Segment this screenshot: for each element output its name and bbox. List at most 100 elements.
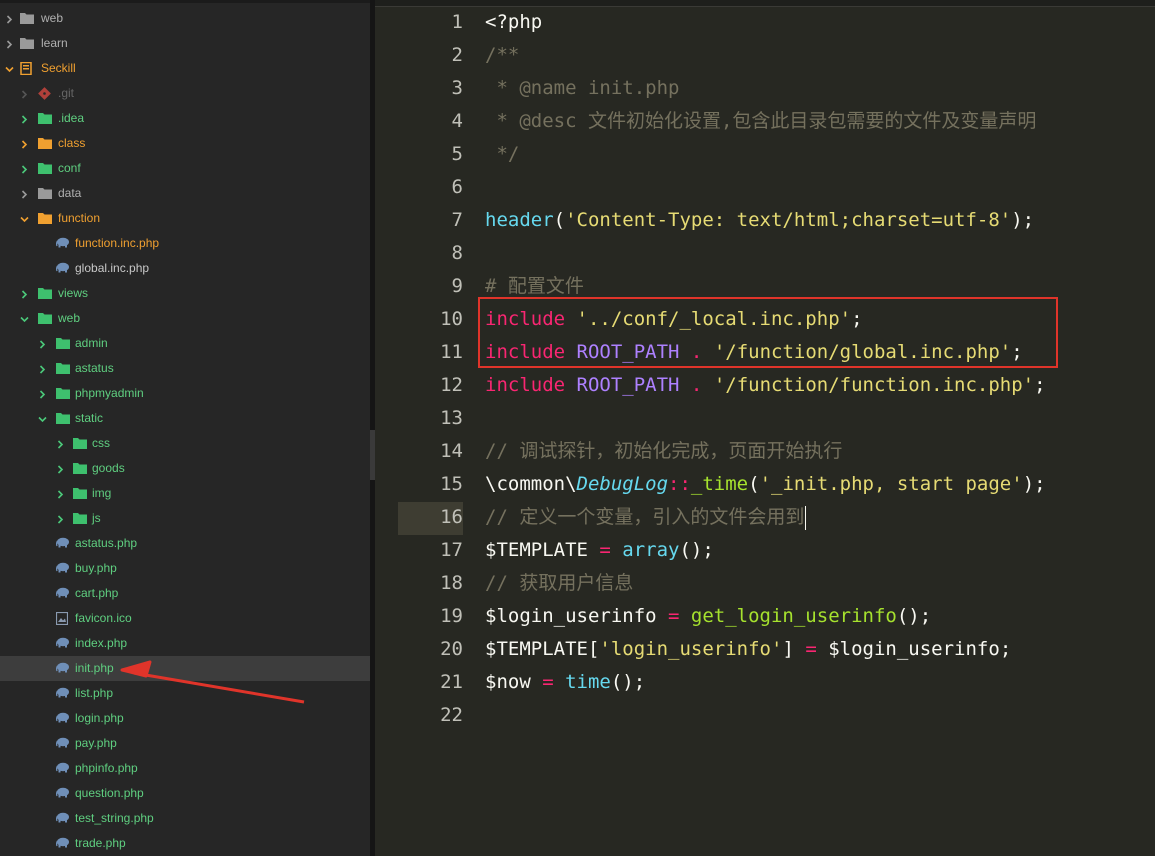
code-line-4: * @desc 文件初始化设置,包含此目录包需要的文件及变量声明 [485,110,1037,132]
sidebar-top-border [0,0,370,3]
code-line-14: // 调试探针，初始化完成，页面开始执行 [485,440,843,462]
tree-item-favicon-ico[interactable]: favicon.ico [0,606,370,631]
code-line-7: header('Content-Type: text/html;charset=… [485,209,1035,231]
chevron-right-icon[interactable] [37,389,47,399]
tree-item-conf[interactable]: conf [0,156,370,181]
tree-item-global-inc-php[interactable]: global.inc.php [0,256,370,281]
tree-item-index-php[interactable]: index.php [0,631,370,656]
chevron-right-icon[interactable] [4,39,14,49]
tree-item-web[interactable]: web [0,306,370,331]
tree-item-goods[interactable]: goods [0,456,370,481]
php-elephant-icon [56,562,70,574]
chevron-down-icon[interactable] [4,64,14,74]
tree-item-login-php[interactable]: login.php [0,706,370,731]
tree-item-label: phpinfo.php [75,761,138,775]
tree-item-label: web [41,11,64,25]
tree-item-data[interactable]: data [0,181,370,206]
line-number: 2 [451,44,463,66]
code-line-17: $TEMPLATE = array(); [485,539,714,561]
tree-item-test-string-php[interactable]: test_string.php [0,806,370,831]
chevron-down-icon[interactable] [19,314,29,324]
tree-item-trade-php[interactable]: trade.php [0,831,370,856]
tree-item-label: css [92,436,110,450]
php-elephant-icon [56,637,70,649]
tree-item-label: trade.php [75,836,126,850]
chevron-right-icon[interactable] [37,339,47,349]
php-elephant-icon [56,262,70,274]
tree-item-label: function.inc.php [75,236,160,250]
chevron-down-icon[interactable] [19,214,29,224]
line-number: 21 [440,671,463,693]
tree-item-views[interactable]: views [0,281,370,306]
tree-item-astatus[interactable]: astatus [0,356,370,381]
line-number: 15 [440,473,463,495]
tree-item-label: conf [58,161,81,175]
tree-item-label: .git [58,86,75,100]
tree-item-css[interactable]: css [0,431,370,456]
code-line-12: include ROOT_PATH . '/function/function.… [485,374,1046,396]
chevron-right-icon[interactable] [55,489,65,499]
tree-item-init-php[interactable]: init.php [0,656,370,681]
tree-item-learn[interactable]: learn [0,31,370,56]
line-number: 11 [440,341,463,363]
line-number: 18 [440,572,463,594]
php-elephant-icon [56,687,70,699]
tree-item-idea[interactable]: .idea [0,106,370,131]
tree-item-label: init.php [75,661,114,675]
chevron-right-icon[interactable] [4,14,14,24]
tree-item-phpinfo-php[interactable]: phpinfo.php [0,756,370,781]
line-number: 22 [440,704,463,726]
tree-item-class[interactable]: class [0,131,370,156]
tree-item-static[interactable]: static [0,406,370,431]
line-number: 14 [440,440,463,462]
folder-icon [38,212,52,224]
chevron-right-icon[interactable] [19,164,29,174]
php-elephant-icon [56,762,70,774]
php-elephant-icon [56,587,70,599]
tree-item-pay-php[interactable]: pay.php [0,731,370,756]
line-number: 1 [451,11,463,33]
chevron-right-icon[interactable] [55,464,65,474]
chevron-right-icon[interactable] [19,89,29,99]
tree-item-astatus-php[interactable]: astatus.php [0,531,370,556]
php-elephant-icon [56,787,70,799]
tree-item-label: img [92,486,112,500]
chevron-right-icon[interactable] [55,439,65,449]
chevron-down-icon[interactable] [37,414,47,424]
tree-item-web[interactable]: web [0,6,370,31]
tree-item-js[interactable]: js [0,506,370,531]
tree-item-question-php[interactable]: question.php [0,781,370,806]
tree-item-git[interactable]: .git [0,81,370,106]
folder-icon [38,162,52,174]
tree-item-cart-php[interactable]: cart.php [0,581,370,606]
tree-item-admin[interactable]: admin [0,331,370,356]
code-line-21: $now = time(); [485,671,646,693]
tree-item-label: global.inc.php [75,261,150,275]
php-elephant-icon [56,237,70,249]
tree-item-img[interactable]: img [0,481,370,506]
tree-item-label: buy.php [75,561,117,575]
folder-icon [56,412,70,424]
chevron-right-icon[interactable] [19,289,29,299]
git-icon [38,87,52,100]
php-elephant-icon [56,837,70,849]
tree-item-buy-php[interactable]: buy.php [0,556,370,581]
tree-item-phpmyadmin[interactable]: phpmyadmin [0,381,370,406]
chevron-right-icon[interactable] [19,139,29,149]
tree-item-list-php[interactable]: list.php [0,681,370,706]
chevron-right-icon[interactable] [19,114,29,124]
chevron-right-icon[interactable] [37,364,47,374]
annotation-highlight-box [478,297,1058,368]
tree-item-seckill[interactable]: Seckill [0,56,370,81]
chevron-right-icon[interactable] [19,189,29,199]
folder-icon [20,12,34,24]
line-number: 6 [451,176,463,198]
tree-item-function[interactable]: function [0,206,370,231]
tree-item-label: favicon.ico [75,611,132,625]
php-elephant-icon [56,662,70,674]
line-number: 9 [451,275,463,297]
php-elephant-icon [56,737,70,749]
chevron-right-icon[interactable] [55,514,65,524]
tree-item-function-inc-php[interactable]: function.inc.php [0,231,370,256]
line-number: 12 [440,374,463,396]
